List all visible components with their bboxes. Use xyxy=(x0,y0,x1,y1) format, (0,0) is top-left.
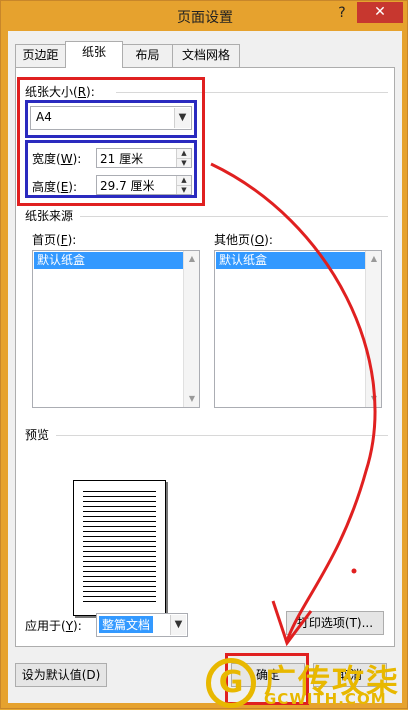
tab-paper[interactable]: 纸张 xyxy=(65,41,123,68)
page-setup-dialog: 页面设置 ? ✕ 页边距 纸张 布局 文档网格 纸张大小(R): A4 ▼ 宽度… xyxy=(0,0,408,709)
watermark-logo: G xyxy=(206,658,256,708)
watermark: G 广传攻柒 GCWITH.COM xyxy=(206,656,408,710)
watermark-url: GCWITH.COM xyxy=(264,690,387,708)
annotation-arrow xyxy=(210,162,377,647)
